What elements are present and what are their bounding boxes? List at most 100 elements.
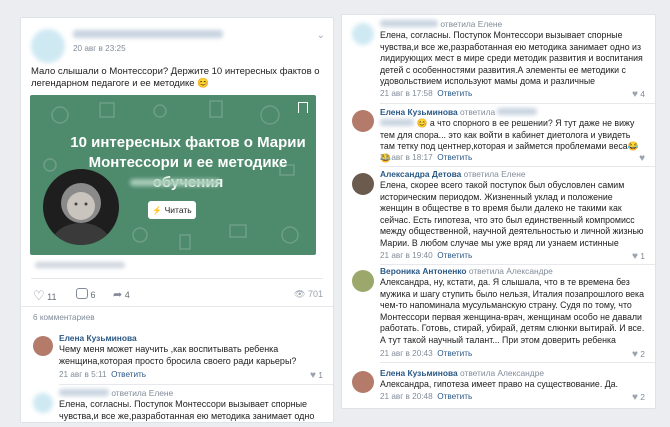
community-name[interactable]	[73, 30, 223, 38]
post-text: Мало слышали о Монтессори? Держите 10 ин…	[31, 66, 320, 90]
share-button[interactable]: ➦ 4	[113, 288, 130, 301]
comment-meta: 21 авг в 17:58 Ответить	[380, 89, 472, 98]
blurred-author	[59, 389, 109, 396]
comment-likes[interactable]: ♥	[639, 153, 645, 164]
comment-date[interactable]: 21 авг в 17:58	[380, 89, 433, 98]
reply-link[interactable]: Ответить	[437, 251, 472, 260]
reply-link[interactable]: Ответить	[437, 392, 472, 401]
portrait-image	[51, 183, 111, 245]
read-button-label: Читать	[164, 205, 192, 215]
comment-date[interactable]: 21 авг в 20:43	[380, 349, 433, 358]
commenter-avatar[interactable]	[352, 110, 374, 132]
article-source[interactable]	[35, 262, 125, 268]
divider	[59, 384, 333, 385]
reply-link[interactable]: Ответить	[437, 153, 472, 162]
comment-text: Чему меня может научить ,как воспитывать…	[59, 344, 297, 366]
comment-like-count: 2	[640, 392, 645, 402]
article-subtitle	[130, 179, 220, 186]
views-count: 701	[307, 289, 323, 299]
post-card: 20 авг в 23:25 ⌄ Мало слышали о Монтессо…	[20, 17, 334, 423]
comment-likes[interactable]: ♥ 4	[632, 89, 645, 100]
comment-text: Елена, скорее всего такой поступок был о…	[380, 180, 644, 250]
comment-author-name: Александра Детова	[380, 169, 462, 179]
comment-text: Александра, гипотеза имеет право на суще…	[380, 379, 618, 389]
divider	[380, 362, 655, 363]
read-button[interactable]: ⚡ Читать	[148, 201, 196, 219]
comment-author-name: Елена Кузьминова	[380, 368, 458, 378]
comment-meta: 21 авг в 19:40 Ответить	[380, 251, 472, 260]
comment-meta: 21 авг в 20:48 Ответить	[380, 392, 472, 401]
comment-date[interactable]: 21 авг в 20:48	[380, 392, 433, 401]
heart-icon: ♥	[631, 349, 638, 360]
comment-author[interactable]: Елена Кузьминова	[59, 333, 137, 343]
comment-meta: 21 авг в 18:17 Ответить	[380, 153, 472, 162]
comment-likes[interactable]: ♥ 2	[632, 392, 645, 403]
like-count: 11	[47, 292, 57, 302]
comment-count: 6	[90, 290, 96, 300]
like-button[interactable]: ♡ 11	[33, 288, 57, 304]
reply-target: ответила Елене	[111, 388, 174, 398]
comment-like-count: 1	[318, 370, 323, 380]
comment-date[interactable]: 21 авг в 19:40	[380, 251, 433, 260]
comment-text: Елена, согласны. Поступок Монтессори выз…	[380, 30, 646, 88]
commenter-avatar[interactable]	[352, 270, 374, 292]
divider	[380, 264, 655, 265]
divider	[380, 103, 655, 104]
chevron-down-icon[interactable]: ⌄	[317, 30, 325, 41]
commenter-avatar[interactable]	[33, 336, 53, 356]
commenter-avatar[interactable]	[352, 173, 374, 195]
comments-header: 6 комментариев	[33, 313, 95, 322]
comment-author[interactable]: Александра Детова ответила Елене	[380, 169, 525, 179]
comment-text: Александра, ну, кстати, да. Я слышала, ч…	[380, 277, 645, 347]
comment-author-name: Елена Кузьминова	[380, 107, 458, 117]
reply-link[interactable]: Ответить	[437, 89, 472, 98]
community-avatar[interactable]	[31, 29, 65, 63]
comment-like-count: 1	[640, 251, 645, 261]
heart-icon: ♥	[309, 370, 316, 381]
eye-icon: 👁	[294, 289, 306, 299]
heart-icon: ♥	[631, 89, 638, 100]
comment-date[interactable]: 21 авг в 18:17	[380, 153, 433, 162]
comment-author[interactable]: Вероника Антоненко ответила Александре	[380, 266, 553, 276]
reply-target: ответила Елене	[440, 19, 503, 29]
commenter-avatar[interactable]	[33, 393, 53, 413]
divider	[21, 306, 333, 307]
comment-likes[interactable]: ♥ 1	[310, 370, 323, 381]
reply-target: ответила Елене	[463, 169, 526, 179]
share-count: 4	[124, 290, 130, 300]
comments-card: ответила Елене Елена, согласны. Поступок…	[341, 14, 656, 409]
post-date[interactable]: 20 авг в 23:25	[73, 44, 126, 53]
heart-icon: ♥	[631, 251, 638, 262]
reply-target: ответила Александре	[460, 368, 545, 378]
article-card[interactable]: 10 интересных фактов о Марии Монтессори …	[30, 95, 316, 255]
comment-author[interactable]: ответила Елене	[59, 388, 173, 398]
comment-author[interactable]: ответила Елене	[380, 19, 502, 29]
comment-author[interactable]: Елена Кузьминова ответила Александре	[380, 368, 544, 378]
heart-icon: ♥	[639, 153, 645, 164]
comment-like-count: 4	[640, 89, 645, 99]
lightning-icon: ⚡	[152, 206, 163, 215]
views: 👁 701	[294, 289, 323, 300]
comment-icon	[76, 288, 88, 299]
reply-target: ответила Александре	[468, 266, 553, 276]
commenter-avatar[interactable]	[352, 23, 374, 45]
comment-author-name: Вероника Антоненко	[380, 266, 467, 276]
comment-meta: 21 авг в 20:43 Ответить	[380, 349, 472, 358]
heart-icon: ♡	[33, 288, 45, 303]
reply-link[interactable]: Ответить	[437, 349, 472, 358]
montessori-portrait	[43, 169, 119, 245]
comment-button[interactable]: 6	[76, 288, 96, 300]
blurred-target	[497, 108, 538, 115]
share-icon: ➦	[113, 289, 123, 301]
reply-target: ответила	[460, 107, 496, 117]
blurred-author	[380, 20, 438, 27]
bookmark-icon[interactable]	[298, 102, 308, 113]
reply-link[interactable]: Ответить	[111, 370, 146, 379]
comment-like-count: 2	[640, 349, 645, 359]
comment-likes[interactable]: ♥ 1	[632, 251, 645, 262]
comment-likes[interactable]: ♥ 2	[632, 349, 645, 360]
commenter-avatar[interactable]	[352, 371, 374, 393]
comment-date[interactable]: 21 авг в 5:11	[59, 370, 107, 379]
comment-text: Елена, согласны. Поступок Монтессори выз…	[59, 399, 315, 421]
comment-author[interactable]: Елена Кузьминова ответила	[380, 107, 538, 117]
